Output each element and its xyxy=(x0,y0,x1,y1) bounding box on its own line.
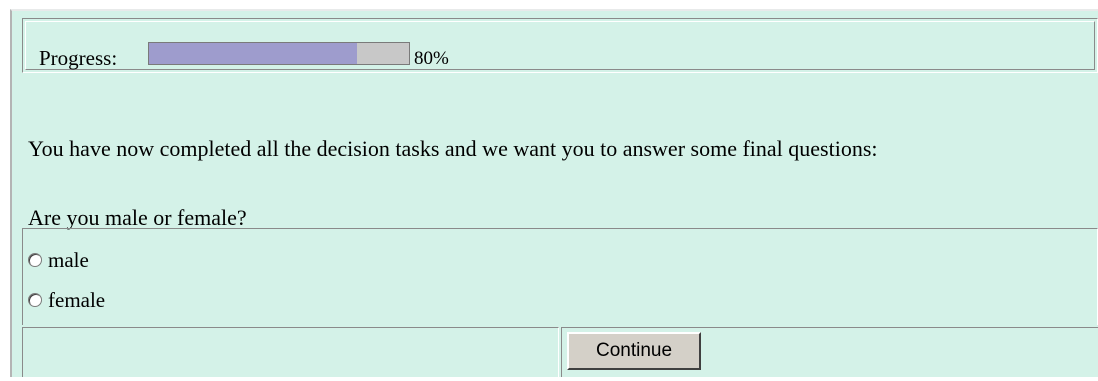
option-female-label: female xyxy=(48,288,106,312)
options-section xyxy=(22,228,1098,325)
progress-label: Progress: xyxy=(39,46,118,70)
radio-male[interactable] xyxy=(28,253,42,267)
option-female[interactable]: female xyxy=(28,288,105,312)
option-male-label: male xyxy=(48,248,89,272)
footer-left-cell xyxy=(22,327,559,377)
intro-text: You have now completed all the decision … xyxy=(28,136,878,161)
continue-button[interactable]: Continue xyxy=(567,332,701,370)
progress-bar xyxy=(148,42,410,65)
progress-bar-fill xyxy=(149,43,357,64)
survey-panel: Progress: 80% You have now completed all… xyxy=(10,9,1098,377)
option-male[interactable]: male xyxy=(28,248,89,272)
progress-value: 80% xyxy=(414,48,449,69)
radio-female[interactable] xyxy=(28,293,42,307)
